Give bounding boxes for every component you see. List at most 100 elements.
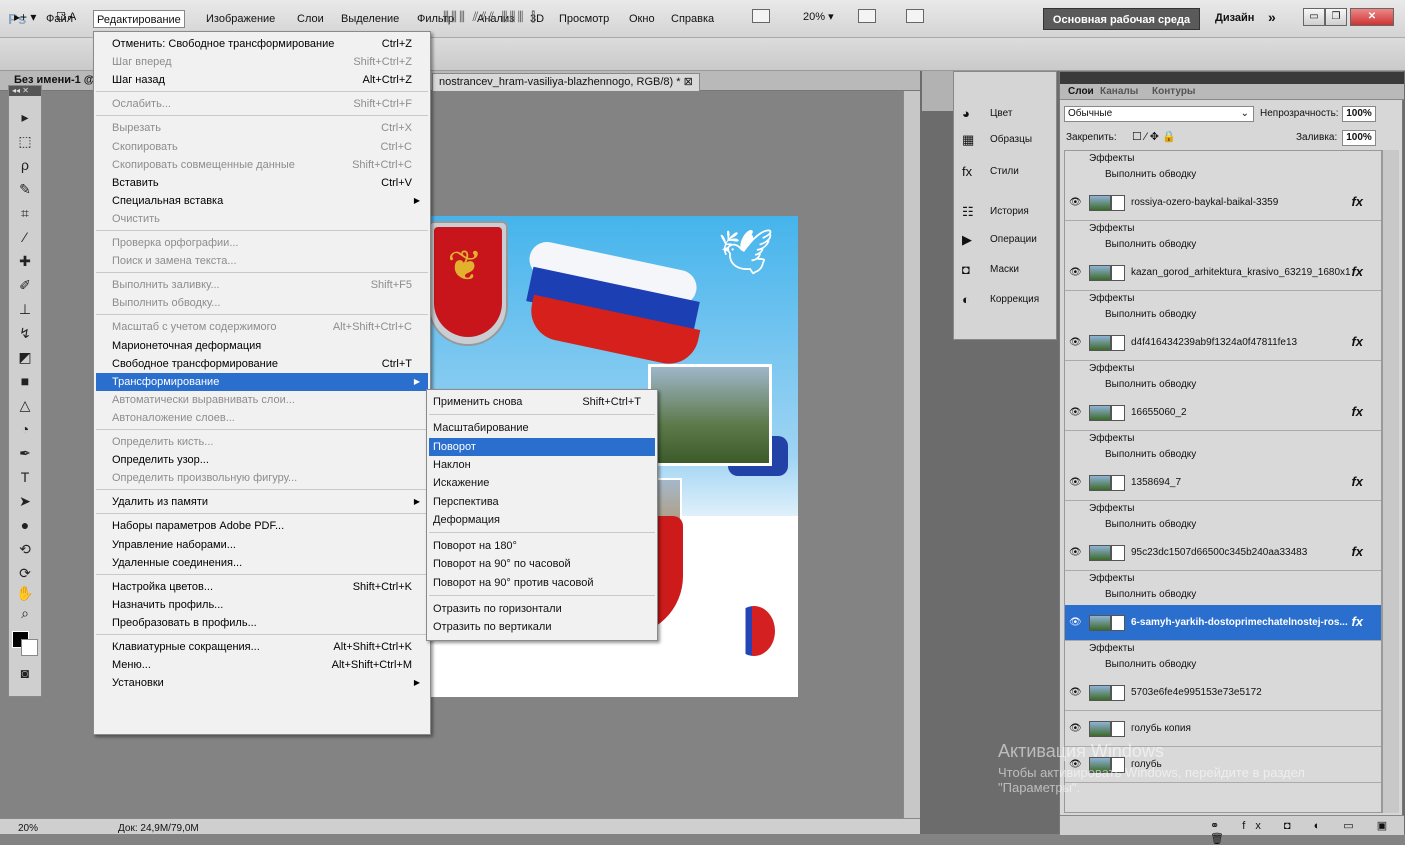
brush-tool-icon[interactable]: ✐ (13, 276, 37, 294)
move-tool-preset-icon[interactable]: ▸+ ▾ (14, 10, 36, 24)
document-tab-active[interactable]: nostrancev_hram-vasiliya-blazhennogo, RG… (432, 73, 700, 91)
transform-menu-item[interactable]: Искажение (429, 474, 655, 492)
layer-effects[interactable]: Эффекты (1089, 433, 1134, 444)
zoom-dropdown[interactable]: 20% ▾ (803, 10, 834, 23)
edit-menu-item[interactable]: Выполнить обводку... (96, 294, 428, 312)
edit-menu-item[interactable]: Скопировать совмещенные данные Shift+Ctrl… (96, 156, 428, 174)
screen-layout-icon[interactable] (906, 9, 924, 23)
quick-select-tool-icon[interactable]: ✎ (13, 180, 37, 198)
minimize-icon[interactable]: ▭ (1303, 8, 1325, 26)
edit-menu-item[interactable]: Определить узор... (96, 451, 428, 469)
background-color-swatch[interactable] (21, 639, 38, 656)
opacity-input[interactable]: 100% (1342, 106, 1376, 122)
menu-9[interactable]: Просмотр (556, 10, 612, 28)
layer-fx-icon[interactable]: fx (1351, 404, 1363, 419)
arrange-documents-icon[interactable] (858, 9, 876, 23)
transform-menu-item[interactable]: Поворот (429, 437, 655, 456)
layer-fx-icon[interactable]: fx (1351, 334, 1363, 349)
type-tool-icon[interactable]: T (13, 468, 37, 486)
eye-icon[interactable]: 👁 (1069, 687, 1082, 698)
path-select-tool-icon[interactable]: ➤ (13, 492, 37, 510)
layer-effects[interactable]: Эффекты (1089, 503, 1134, 514)
eye-icon[interactable]: 👁 (1069, 407, 1082, 418)
layers-scrollbar[interactable] (1382, 150, 1399, 813)
edit-menu-item[interactable]: Масштаб с учетом содержимого Alt+Shift+Ct… (96, 318, 428, 336)
edit-menu-item[interactable]: Удаленные соединения... (96, 554, 428, 572)
panel-button[interactable]: ◘ Маски (954, 258, 1056, 282)
edit-menu-item[interactable]: Установки ▶ (96, 674, 428, 692)
eraser-tool-icon[interactable]: ◩ (13, 348, 37, 366)
layer-fx-icon[interactable]: fx (1351, 544, 1363, 559)
layer-effect-stroke[interactable]: Выполнить обводку (1105, 659, 1196, 670)
transform-menu-item[interactable]: Поворот на 90° по часовой (429, 555, 655, 573)
eyedropper-tool-icon[interactable]: ⁄ (13, 228, 37, 246)
layer-row[interactable]: 👁 1358694_7 fx (1065, 465, 1381, 501)
layer-effect-stroke[interactable]: Выполнить обводку (1105, 239, 1196, 250)
edit-menu-item[interactable]: Скопировать Ctrl+C (96, 138, 428, 156)
transform-menu-item[interactable]: Применить снова Shift+Ctrl+T (429, 393, 655, 411)
fill-input[interactable]: 100% (1342, 130, 1376, 146)
eye-icon[interactable]: 👁 (1069, 477, 1082, 488)
edit-menu-item[interactable]: Вставить Ctrl+V (96, 174, 428, 192)
panel-button[interactable]: fx Стили (954, 160, 1056, 184)
status-zoom[interactable]: 20% (18, 823, 38, 834)
edit-menu-item[interactable]: Специальная вставка ▶ (96, 192, 428, 210)
eye-icon[interactable]: 👁 (1069, 267, 1082, 278)
align-icons[interactable]: ⫼⫼⫼ ⫽⫽⫽ ⫼⫼⫼ ⫿ (443, 9, 537, 25)
toolbox-header[interactable]: ◂◂ ✕ (9, 86, 41, 96)
blur-tool-icon[interactable]: △ (13, 396, 37, 414)
transform-menu-item[interactable]: Перспектива (429, 493, 655, 511)
transform-menu-item[interactable]: Деформация (429, 511, 655, 529)
transform-menu-item[interactable]: Масштабирование (429, 419, 655, 437)
move-tool-icon[interactable]: ▸ (13, 108, 37, 126)
edit-menu-item[interactable]: Определить произвольную фигуру... (96, 469, 428, 487)
shape-tool-icon[interactable]: ● (13, 516, 37, 534)
layer-effects[interactable]: Эффекты (1089, 293, 1134, 304)
menu-4[interactable]: Слои (294, 10, 327, 28)
menu-10[interactable]: Окно (626, 10, 658, 28)
panel-button[interactable]: ▶ Операции (954, 228, 1056, 252)
crop-tool-icon[interactable]: ⌗ (13, 204, 37, 222)
eye-icon[interactable]: 👁 (1069, 197, 1082, 208)
layer-row[interactable]: 👁 16655060_2 fx (1065, 395, 1381, 431)
edit-menu-item[interactable]: Трансформирование ▶ (96, 372, 428, 391)
menu-2[interactable]: Редактирование (93, 10, 185, 28)
transform-menu-item[interactable]: Отразить по вертикали (429, 618, 655, 636)
transform-menu-item[interactable]: Поворот на 180° (429, 537, 655, 555)
layer-fx-icon[interactable]: fx (1351, 264, 1363, 279)
edit-menu-item[interactable]: Выполнить заливку... Shift+F5 (96, 276, 428, 294)
layer-row[interactable]: 👁 d4f416434239ab9f1324a0f47811fe13 fx (1065, 325, 1381, 361)
gradient-tool-icon[interactable]: ■ (13, 372, 37, 390)
layer-row[interactable]: 👁 95c23dc1507d66500c345b240aa33483 fx (1065, 535, 1381, 571)
edit-menu-item[interactable]: Вырезать Ctrl+X (96, 119, 428, 137)
screen-mode-icon[interactable] (752, 9, 770, 23)
layer-fx-icon[interactable]: fx (1351, 474, 1363, 489)
eye-icon[interactable]: 👁 (1069, 337, 1082, 348)
edit-menu-item[interactable]: Преобразовать в профиль... (96, 614, 428, 632)
layer-effect-stroke[interactable]: Выполнить обводку (1105, 449, 1196, 460)
edit-menu-item[interactable]: Отменить: Свободное трансформирование Ctr… (96, 35, 428, 53)
transform-menu-item[interactable]: Поворот на 90° против часовой (429, 574, 655, 592)
tab-channels[interactable]: Каналы (1100, 86, 1138, 97)
close-icon[interactable]: ✕ (1350, 8, 1394, 26)
transform-menu-item[interactable]: Отразить по горизонтали (429, 600, 655, 618)
hand-tool-icon[interactable]: ✋ (13, 584, 37, 602)
eye-icon[interactable]: 👁 (1069, 617, 1082, 628)
tab-paths[interactable]: Контуры (1152, 86, 1195, 97)
layer-effects[interactable]: Эффекты (1089, 223, 1134, 234)
panel-button[interactable]: ☷ История (954, 200, 1056, 224)
edit-menu-item[interactable]: Назначить профиль... (96, 596, 428, 614)
edit-menu-item[interactable]: Наборы параметров Adobe PDF... (96, 517, 428, 535)
layer-effects[interactable]: Эффекты (1089, 643, 1134, 654)
edit-menu-item[interactable]: Проверка орфографии... (96, 234, 428, 252)
edit-menu-item[interactable]: Шаг назад Alt+Ctrl+Z (96, 71, 428, 89)
layer-row[interactable]: 👁 5703e6fe4e995153e73e5172 (1065, 675, 1381, 711)
blend-mode-select[interactable]: Обычные ⌄ (1064, 106, 1254, 122)
edit-menu-item[interactable]: Клавиатурные сокращения... Alt+Shift+Ctrl… (96, 638, 428, 656)
transform-menu-item[interactable]: Наклон (429, 456, 655, 474)
more-workspaces-icon[interactable]: » (1268, 9, 1276, 25)
edit-menu-item[interactable]: Управление наборами... (96, 536, 428, 554)
edit-menu-item[interactable]: Ослабить... Shift+Ctrl+F (96, 95, 428, 113)
stamp-tool-icon[interactable]: ⊥ (13, 300, 37, 318)
maximize-icon[interactable]: ❐ (1325, 8, 1347, 26)
